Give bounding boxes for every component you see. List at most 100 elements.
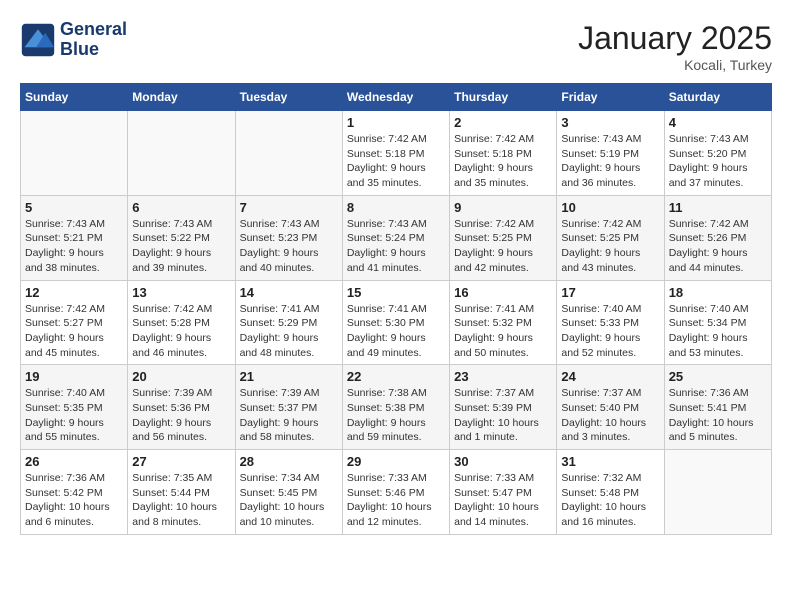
calendar-cell: 19 Sunrise: 7:40 AM Sunset: 5:35 PM Dayli…: [21, 365, 128, 450]
calendar-cell: 9Sunrise: 7:42 AM Sunset: 5:25 PM Daylig…: [450, 195, 557, 280]
day-info: Sunrise: 7:38 AM Sunset: 5:38 PM Dayligh…: [347, 386, 445, 445]
calendar-cell: 8Sunrise: 7:43 AM Sunset: 5:24 PM Daylig…: [342, 195, 449, 280]
weekday-header: Tuesday: [235, 84, 342, 111]
calendar-cell: 5 Sunrise: 7:43 AM Sunset: 5:21 PM Daylig…: [21, 195, 128, 280]
calendar-week-row: 1 Sunrise: 7:42 AM Sunset: 5:18 PM Daylig…: [21, 111, 772, 196]
day-info: Sunrise: 7:34 AM Sunset: 5:45 PM Dayligh…: [240, 471, 338, 530]
day-number: 24: [561, 369, 659, 384]
calendar-cell: 20 Sunrise: 7:39 AM Sunset: 5:36 PM Dayli…: [128, 365, 235, 450]
calendar-cell: 31 Sunrise: 7:32 AM Sunset: 5:48 PM Dayli…: [557, 450, 664, 535]
day-info: Sunrise: 7:41 AM Sunset: 5:29 PM Dayligh…: [240, 302, 338, 361]
calendar-cell: 11 Sunrise: 7:42 AM Sunset: 5:26 PM Dayli…: [664, 195, 771, 280]
day-info: Sunrise: 7:42 AM Sunset: 5:27 PM Dayligh…: [25, 302, 123, 361]
weekday-header: Monday: [128, 84, 235, 111]
weekday-header: Wednesday: [342, 84, 449, 111]
calendar-cell: 29 Sunrise: 7:33 AM Sunset: 5:46 PM Dayli…: [342, 450, 449, 535]
calendar-week-row: 26Sunrise: 7:36 AM Sunset: 5:42 PM Dayli…: [21, 450, 772, 535]
calendar-cell: 27 Sunrise: 7:35 AM Sunset: 5:44 PM Dayli…: [128, 450, 235, 535]
calendar-cell: 2Sunrise: 7:42 AM Sunset: 5:18 PM Daylig…: [450, 111, 557, 196]
day-number: 16: [454, 285, 552, 300]
day-number: 18: [669, 285, 767, 300]
day-number: 12: [25, 285, 123, 300]
day-number: 8: [347, 200, 445, 215]
weekday-header: Friday: [557, 84, 664, 111]
day-info: Sunrise: 7:43 AM Sunset: 5:22 PM Dayligh…: [132, 217, 230, 276]
day-number: 19: [25, 369, 123, 384]
day-info: Sunrise: 7:42 AM Sunset: 5:25 PM Dayligh…: [561, 217, 659, 276]
calendar-cell: 17 Sunrise: 7:40 AM Sunset: 5:33 PM Dayli…: [557, 280, 664, 365]
calendar-cell: 7 Sunrise: 7:43 AM Sunset: 5:23 PM Daylig…: [235, 195, 342, 280]
calendar-cell: 1 Sunrise: 7:42 AM Sunset: 5:18 PM Daylig…: [342, 111, 449, 196]
logo-text: General Blue: [60, 20, 127, 60]
day-info: Sunrise: 7:39 AM Sunset: 5:37 PM Dayligh…: [240, 386, 338, 445]
calendar-cell: 14Sunrise: 7:41 AM Sunset: 5:29 PM Dayli…: [235, 280, 342, 365]
day-number: 29: [347, 454, 445, 469]
day-info: Sunrise: 7:37 AM Sunset: 5:40 PM Dayligh…: [561, 386, 659, 445]
day-info: Sunrise: 7:33 AM Sunset: 5:46 PM Dayligh…: [347, 471, 445, 530]
page-header: General Blue January 2025 Kocali, Turkey: [20, 20, 772, 73]
calendar-week-row: 12 Sunrise: 7:42 AM Sunset: 5:27 PM Dayli…: [21, 280, 772, 365]
day-number: 25: [669, 369, 767, 384]
day-number: 15: [347, 285, 445, 300]
calendar-cell: 16 Sunrise: 7:41 AM Sunset: 5:32 PM Dayli…: [450, 280, 557, 365]
day-number: 27: [132, 454, 230, 469]
day-number: 30: [454, 454, 552, 469]
day-info: Sunrise: 7:40 AM Sunset: 5:33 PM Dayligh…: [561, 302, 659, 361]
day-info: Sunrise: 7:36 AM Sunset: 5:41 PM Dayligh…: [669, 386, 767, 445]
day-info: Sunrise: 7:41 AM Sunset: 5:32 PM Dayligh…: [454, 302, 552, 361]
day-number: 11: [669, 200, 767, 215]
day-info: Sunrise: 7:40 AM Sunset: 5:35 PM Dayligh…: [25, 386, 123, 445]
day-number: 17: [561, 285, 659, 300]
day-number: 5: [25, 200, 123, 215]
calendar-cell: 25 Sunrise: 7:36 AM Sunset: 5:41 PM Dayli…: [664, 365, 771, 450]
day-info: Sunrise: 7:41 AM Sunset: 5:30 PM Dayligh…: [347, 302, 445, 361]
calendar-week-row: 19 Sunrise: 7:40 AM Sunset: 5:35 PM Dayli…: [21, 365, 772, 450]
day-info: Sunrise: 7:39 AM Sunset: 5:36 PM Dayligh…: [132, 386, 230, 445]
day-number: 1: [347, 115, 445, 130]
weekday-header: Thursday: [450, 84, 557, 111]
day-info: Sunrise: 7:43 AM Sunset: 5:20 PM Dayligh…: [669, 132, 767, 191]
day-number: 2: [454, 115, 552, 130]
day-number: 13: [132, 285, 230, 300]
day-number: 20: [132, 369, 230, 384]
day-number: 31: [561, 454, 659, 469]
day-info: Sunrise: 7:42 AM Sunset: 5:26 PM Dayligh…: [669, 217, 767, 276]
weekday-header: Saturday: [664, 84, 771, 111]
day-info: Sunrise: 7:42 AM Sunset: 5:18 PM Dayligh…: [347, 132, 445, 191]
day-info: Sunrise: 7:43 AM Sunset: 5:19 PM Dayligh…: [561, 132, 659, 191]
calendar-cell: 12 Sunrise: 7:42 AM Sunset: 5:27 PM Dayli…: [21, 280, 128, 365]
day-info: Sunrise: 7:40 AM Sunset: 5:34 PM Dayligh…: [669, 302, 767, 361]
calendar-cell: 28 Sunrise: 7:34 AM Sunset: 5:45 PM Dayli…: [235, 450, 342, 535]
day-number: 28: [240, 454, 338, 469]
calendar-cell: 23Sunrise: 7:37 AM Sunset: 5:39 PM Dayli…: [450, 365, 557, 450]
day-info: Sunrise: 7:32 AM Sunset: 5:48 PM Dayligh…: [561, 471, 659, 530]
day-info: Sunrise: 7:42 AM Sunset: 5:25 PM Dayligh…: [454, 217, 552, 276]
calendar-cell: 22Sunrise: 7:38 AM Sunset: 5:38 PM Dayli…: [342, 365, 449, 450]
calendar-cell: 21 Sunrise: 7:39 AM Sunset: 5:37 PM Dayli…: [235, 365, 342, 450]
month-title: January 2025: [578, 20, 772, 57]
day-number: 3: [561, 115, 659, 130]
calendar-cell: [235, 111, 342, 196]
day-number: 4: [669, 115, 767, 130]
location: Kocali, Turkey: [578, 57, 772, 73]
day-number: 26: [25, 454, 123, 469]
day-info: Sunrise: 7:43 AM Sunset: 5:23 PM Dayligh…: [240, 217, 338, 276]
day-number: 6: [132, 200, 230, 215]
title-area: January 2025 Kocali, Turkey: [578, 20, 772, 73]
calendar-cell: 4 Sunrise: 7:43 AM Sunset: 5:20 PM Daylig…: [664, 111, 771, 196]
calendar-cell: 18 Sunrise: 7:40 AM Sunset: 5:34 PM Dayli…: [664, 280, 771, 365]
calendar-cell: [21, 111, 128, 196]
day-number: 21: [240, 369, 338, 384]
day-info: Sunrise: 7:33 AM Sunset: 5:47 PM Dayligh…: [454, 471, 552, 530]
day-info: Sunrise: 7:42 AM Sunset: 5:28 PM Dayligh…: [132, 302, 230, 361]
day-info: Sunrise: 7:35 AM Sunset: 5:44 PM Dayligh…: [132, 471, 230, 530]
calendar-cell: [128, 111, 235, 196]
calendar-cell: 30 Sunrise: 7:33 AM Sunset: 5:47 PM Dayli…: [450, 450, 557, 535]
calendar-cell: 15 Sunrise: 7:41 AM Sunset: 5:30 PM Dayli…: [342, 280, 449, 365]
day-number: 23: [454, 369, 552, 384]
calendar-cell: 10Sunrise: 7:42 AM Sunset: 5:25 PM Dayli…: [557, 195, 664, 280]
logo: General Blue: [20, 20, 127, 60]
calendar-cell: 13 Sunrise: 7:42 AM Sunset: 5:28 PM Dayli…: [128, 280, 235, 365]
day-info: Sunrise: 7:43 AM Sunset: 5:21 PM Dayligh…: [25, 217, 123, 276]
day-number: 7: [240, 200, 338, 215]
